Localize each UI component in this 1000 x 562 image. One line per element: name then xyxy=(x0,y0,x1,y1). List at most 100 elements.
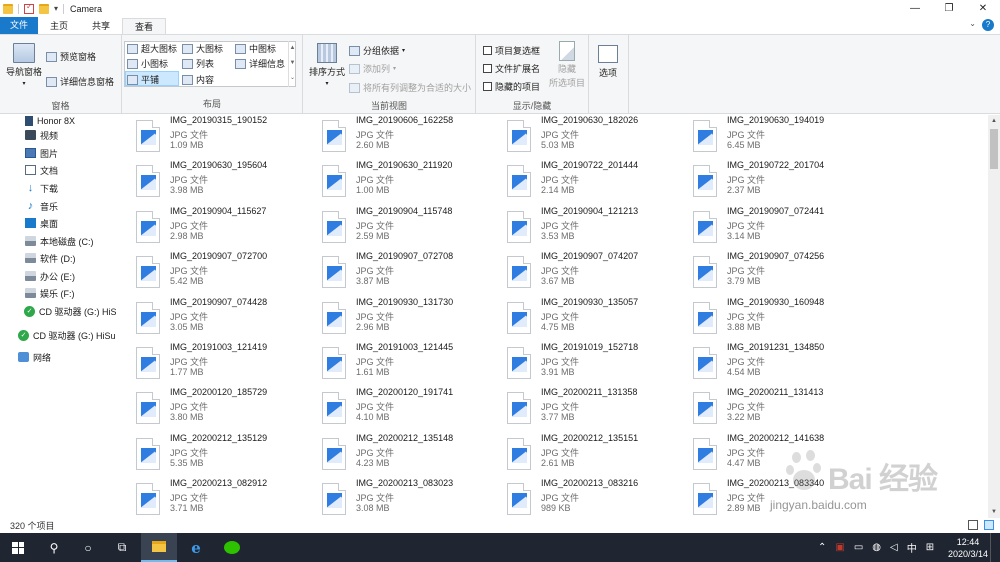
nav-item[interactable]: 图片 xyxy=(25,145,58,161)
close-icon[interactable]: ✕ xyxy=(966,0,1000,17)
size-all-columns-button[interactable]: 将所有列调整为合适的大小 xyxy=(349,81,471,94)
file-item[interactable]: IMG_20190606_162258 JPG 文件 2.60 MB xyxy=(302,115,482,159)
file-item[interactable]: IMG_20190907_072700 JPG 文件 5.42 MB xyxy=(116,251,296,295)
customize-toolbar-dropdown-icon[interactable]: ▾ xyxy=(54,4,58,13)
file-item[interactable]: IMG_20190907_072708 JPG 文件 3.87 MB xyxy=(302,251,482,295)
nav-item[interactable]: 桌面 xyxy=(25,215,58,231)
file-item[interactable]: IMG_20200213_083216 JPG 文件 989 KB xyxy=(487,478,667,518)
nav-item[interactable]: 娱乐 (F:) xyxy=(25,285,75,301)
scroll-down-icon[interactable]: ▼ xyxy=(988,506,1000,518)
taskbar-edge[interactable]: e xyxy=(178,533,214,562)
nav-item[interactable]: 文档 xyxy=(25,162,58,178)
maximize-icon[interactable]: ❐ xyxy=(932,0,966,17)
clock[interactable]: 12:44 2020/3/14 xyxy=(948,536,988,560)
file-item[interactable]: IMG_20190630_182026 JPG 文件 5.03 MB xyxy=(487,115,667,159)
tab-home[interactable]: 主页 xyxy=(38,18,80,34)
layout-gallery-scroll[interactable]: ▲ ▼ ⌄ xyxy=(288,41,296,87)
layout-large-icons[interactable]: 大图标 xyxy=(182,42,223,55)
file-item[interactable]: IMG_20190722_201444 JPG 文件 2.14 MB xyxy=(487,160,667,204)
nav-item[interactable]: ✓ CD 驱动器 (G:) HiS xyxy=(24,303,116,319)
nav-item[interactable]: 视频 xyxy=(25,127,58,143)
nav-item[interactable]: ♪ 音乐 xyxy=(25,198,58,214)
nav-item[interactable]: 本地磁盘 (C:) xyxy=(25,233,94,249)
nav-item[interactable]: 软件 (D:) xyxy=(25,250,76,266)
collapse-ribbon-icon[interactable]: ⌄ xyxy=(969,19,976,28)
file-item[interactable]: IMG_20190930_135057 JPG 文件 4.75 MB xyxy=(487,297,667,341)
properties-icon[interactable] xyxy=(24,2,34,14)
file-item[interactable]: IMG_20200212_135148 JPG 文件 4.23 MB xyxy=(302,433,482,477)
scrollbar-thumb[interactable] xyxy=(990,129,998,169)
layout-medium-icons[interactable]: 中图标 xyxy=(235,42,276,55)
layout-details[interactable]: 详细信息 xyxy=(235,57,285,70)
start-button[interactable] xyxy=(0,533,36,562)
file-extensions-toggle[interactable]: 文件扩展名 xyxy=(483,62,540,75)
new-folder-icon[interactable] xyxy=(39,3,49,14)
input-method-indicator[interactable]: 中 xyxy=(907,540,917,555)
nav-item[interactable]: 办公 (E:) xyxy=(25,268,75,284)
task-view-button[interactable]: ⧉ xyxy=(104,533,140,562)
navigation-pane-button[interactable]: 导航窗格 ▾ xyxy=(6,43,42,87)
taskbar-file-explorer[interactable] xyxy=(141,533,177,562)
network-icon[interactable]: ◍ xyxy=(872,542,881,553)
scroll-up-icon[interactable]: ▲ xyxy=(988,115,1000,127)
tab-view[interactable]: 查看 xyxy=(122,18,167,34)
file-item[interactable]: IMG_20190904_121213 JPG 文件 3.53 MB xyxy=(487,206,667,250)
file-item[interactable]: IMG_20200211_131358 JPG 文件 3.77 MB xyxy=(487,387,667,431)
file-item[interactable]: IMG_20190907_074256 JPG 文件 3.79 MB xyxy=(673,251,853,295)
file-item[interactable]: IMG_20200120_185729 JPG 文件 3.80 MB xyxy=(116,387,296,431)
layout-tiles[interactable]: 平铺 xyxy=(127,73,159,86)
file-item[interactable]: IMG_20191003_121419 JPG 文件 1.77 MB xyxy=(116,342,296,386)
file-item[interactable]: IMG_20190904_115627 JPG 文件 2.98 MB xyxy=(116,206,296,250)
tab-share[interactable]: 共享 xyxy=(80,18,122,34)
file-item[interactable]: IMG_20191231_134850 JPG 文件 4.54 MB xyxy=(673,342,853,386)
file-item[interactable]: IMG_20190315_190152 JPG 文件 1.09 MB xyxy=(116,115,296,159)
file-item[interactable]: IMG_20200211_131413 JPG 文件 3.22 MB xyxy=(673,387,853,431)
hidden-items-checkbox[interactable] xyxy=(483,82,492,91)
item-checkboxes-checkbox[interactable] xyxy=(483,46,492,55)
file-item[interactable]: IMG_20190907_074207 JPG 文件 3.67 MB xyxy=(487,251,667,295)
show-desktop-button[interactable] xyxy=(990,533,1000,562)
details-pane-button[interactable]: 详细信息窗格 xyxy=(46,75,114,88)
file-item[interactable]: IMG_20200212_135151 JPG 文件 2.61 MB xyxy=(487,433,667,477)
volume-icon[interactable]: ◁ xyxy=(890,542,898,553)
nav-item[interactable]: ↓ 下载 xyxy=(25,180,58,196)
file-extensions-checkbox[interactable] xyxy=(483,64,492,73)
tab-file[interactable]: 文件 xyxy=(0,17,39,34)
search-button[interactable]: ⚲ xyxy=(36,533,72,562)
taskbar-wechat[interactable] xyxy=(214,533,250,562)
layout-extra-large-icons[interactable]: 超大图标 xyxy=(127,42,177,55)
nav-item[interactable]: 网络 xyxy=(18,349,51,365)
show-hidden-icons-icon[interactable]: ⌃ xyxy=(818,542,826,553)
vertical-scrollbar[interactable]: ▲ ▼ xyxy=(988,115,1000,518)
file-item[interactable]: IMG_20190930_131730 JPG 文件 2.96 MB xyxy=(302,297,482,341)
file-item[interactable]: IMG_20200212_135129 JPG 文件 5.35 MB xyxy=(116,433,296,477)
file-item[interactable]: IMG_20190930_160948 JPG 文件 3.88 MB xyxy=(673,297,853,341)
hidden-items-toggle[interactable]: 隐藏的项目 xyxy=(483,80,540,93)
file-item[interactable]: IMG_20190907_072441 JPG 文件 3.14 MB xyxy=(673,206,853,250)
group-by-button[interactable]: 分组依据 ▾ xyxy=(349,44,405,57)
layout-content[interactable]: 内容 xyxy=(182,73,214,86)
nav-item[interactable]: ✓ CD 驱动器 (G:) HiSu xyxy=(18,327,116,343)
ime-options-icon[interactable]: ⊞ xyxy=(926,542,934,553)
file-item[interactable]: IMG_20200213_083023 JPG 文件 3.08 MB xyxy=(302,478,482,518)
sort-by-button[interactable]: 排序方式 ▾ xyxy=(309,43,345,87)
file-item[interactable]: IMG_20190630_194019 JPG 文件 6.45 MB xyxy=(673,115,853,159)
details-view-icon[interactable] xyxy=(968,520,978,530)
large-icons-view-icon[interactable] xyxy=(984,520,994,530)
battery-icon[interactable]: ▭ xyxy=(854,542,863,553)
cortana-button[interactable]: ○ xyxy=(70,533,106,562)
file-item[interactable]: IMG_20190630_195604 JPG 文件 3.98 MB xyxy=(116,160,296,204)
preview-pane-button[interactable]: 预览窗格 xyxy=(46,50,96,63)
file-item[interactable]: IMG_20190904_115748 JPG 文件 2.59 MB xyxy=(302,206,482,250)
hide-selected-button[interactable]: 隐藏 所选项目 xyxy=(549,41,585,89)
layout-list[interactable]: 列表 xyxy=(182,57,214,70)
file-item[interactable]: IMG_20190630_211920 JPG 文件 1.00 MB xyxy=(302,160,482,204)
help-icon[interactable]: ? xyxy=(982,19,994,31)
file-item[interactable]: IMG_20190907_074428 JPG 文件 3.05 MB xyxy=(116,297,296,341)
minimize-icon[interactable]: — xyxy=(898,0,932,17)
file-item[interactable]: IMG_20190722_201704 JPG 文件 2.37 MB xyxy=(673,160,853,204)
file-item[interactable]: IMG_20200120_191741 JPG 文件 4.10 MB xyxy=(302,387,482,431)
file-item[interactable]: IMG_20191019_152718 JPG 文件 3.91 MB xyxy=(487,342,667,386)
layout-small-icons[interactable]: 小图标 xyxy=(127,57,168,70)
add-columns-button[interactable]: 添加列 ▾ xyxy=(349,62,396,75)
